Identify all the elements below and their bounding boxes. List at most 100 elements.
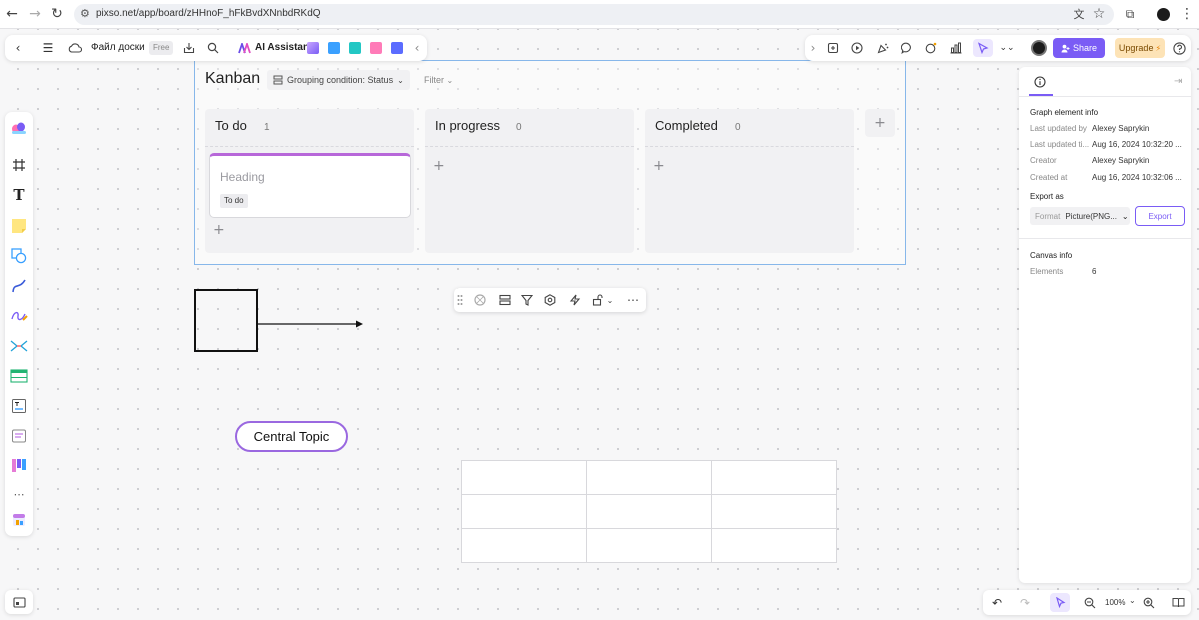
- comment-icon[interactable]: [899, 40, 915, 56]
- zoom-out-icon[interactable]: [1081, 594, 1099, 611]
- lock-icon[interactable]: [591, 293, 605, 307]
- add-card-icon[interactable]: +: [213, 222, 225, 238]
- layout-icon[interactable]: [498, 293, 512, 307]
- browser-menu-icon[interactable]: ⋮: [1178, 5, 1196, 23]
- plugin-share-icon[interactable]: [349, 42, 361, 54]
- add-card-icon[interactable]: +: [653, 158, 665, 174]
- table-row: [461, 528, 837, 563]
- plugin-grid-icon[interactable]: [370, 42, 382, 54]
- zoom-level[interactable]: 100%: [1105, 598, 1125, 607]
- table-cell[interactable]: [711, 528, 837, 563]
- forward-icon[interactable]: →: [26, 5, 44, 23]
- table-cell[interactable]: [586, 528, 712, 563]
- double-chevron-down-icon[interactable]: ⌄⌄: [999, 40, 1014, 56]
- profile-avatar[interactable]: [1154, 5, 1172, 23]
- site-settings-icon[interactable]: ⚙: [80, 7, 90, 20]
- apps-icon[interactable]: [9, 510, 29, 530]
- chevron-down-icon[interactable]: ⌄: [606, 293, 614, 307]
- minimap-toggle[interactable]: [5, 590, 33, 614]
- zoom-in-icon[interactable]: [1140, 594, 1158, 611]
- present-play-icon[interactable]: [849, 40, 865, 56]
- table-cell[interactable]: [586, 494, 712, 529]
- export-button[interactable]: Export: [1135, 206, 1185, 226]
- mindmap-central-topic[interactable]: Central Topic: [235, 421, 348, 452]
- card-icon[interactable]: [9, 426, 29, 446]
- connector-arrow[interactable]: [256, 316, 366, 332]
- automation-icon[interactable]: [568, 293, 582, 307]
- cloud-icon[interactable]: [67, 40, 83, 56]
- table-cell[interactable]: [711, 460, 837, 495]
- reload-icon[interactable]: ↻: [48, 5, 66, 23]
- bookmark-star-icon[interactable]: ☆: [1090, 5, 1108, 23]
- filter-icon[interactable]: [520, 293, 534, 307]
- book-icon[interactable]: [1169, 594, 1187, 611]
- field-key: Last updated ti...: [1030, 140, 1090, 149]
- grouping-condition-dropdown[interactable]: Grouping condition: Status ⌄: [267, 70, 410, 90]
- column-title: In progress: [435, 118, 501, 133]
- ai-assistant-label[interactable]: AI Assistant: [255, 42, 312, 53]
- table-cell[interactable]: [711, 494, 837, 529]
- rectangle-shape[interactable]: [194, 289, 258, 352]
- upgrade-button[interactable]: Upgrade ⚡: [1115, 38, 1165, 58]
- add-column-button[interactable]: +: [865, 109, 895, 137]
- chevron-down-icon[interactable]: ⌄: [1129, 596, 1136, 605]
- collapse-panel-icon[interactable]: ⇥: [1174, 76, 1182, 87]
- share-button[interactable]: Share: [1053, 38, 1105, 58]
- user-avatar[interactable]: [1031, 40, 1047, 56]
- kanban-column-completed[interactable]: Completed 0 +: [645, 109, 854, 253]
- main-menu-icon[interactable]: ☰: [41, 40, 55, 56]
- filter-dropdown[interactable]: Filter ⌄: [424, 75, 453, 85]
- card-status-tag[interactable]: To do: [220, 194, 248, 208]
- mindmap-icon[interactable]: [9, 336, 29, 356]
- connector-line-icon[interactable]: [9, 276, 29, 296]
- table-cell[interactable]: [461, 494, 587, 529]
- more-options-icon[interactable]: ⋯: [626, 293, 640, 307]
- text-tool-icon[interactable]: T: [9, 185, 29, 205]
- kanban-icon[interactable]: [9, 456, 29, 476]
- palette-icon[interactable]: [9, 118, 29, 138]
- table-cell[interactable]: [461, 528, 587, 563]
- search-icon[interactable]: [205, 40, 221, 56]
- redo-icon[interactable]: ↷: [1016, 594, 1034, 611]
- undo-icon[interactable]: ↶: [988, 594, 1006, 611]
- back-icon[interactable]: ←: [3, 5, 21, 23]
- celebrate-icon[interactable]: [875, 40, 891, 56]
- import-icon[interactable]: [181, 40, 197, 56]
- select-tool-icon[interactable]: [1050, 593, 1070, 612]
- table-element[interactable]: [461, 460, 837, 563]
- info-icon[interactable]: [1034, 76, 1046, 91]
- chart-icon[interactable]: [948, 40, 964, 56]
- kanban-column-in-progress[interactable]: In progress 0 +: [425, 109, 634, 253]
- pen-draw-icon[interactable]: [9, 306, 29, 326]
- file-name[interactable]: Файл доски: [91, 42, 145, 53]
- help-icon[interactable]: [1171, 40, 1187, 56]
- settings-icon[interactable]: [543, 293, 557, 307]
- plugin-p-icon[interactable]: [328, 42, 340, 54]
- translate-icon[interactable]: 文: [1070, 5, 1088, 23]
- collapse-chevron-icon[interactable]: ‹: [411, 40, 423, 56]
- cursor-visibility-icon[interactable]: [973, 39, 993, 57]
- add-card-icon[interactable]: +: [433, 158, 445, 174]
- shapes-icon[interactable]: [9, 246, 29, 266]
- sticky-note-icon[interactable]: [9, 216, 29, 236]
- more-tools-icon[interactable]: ⋯: [9, 484, 29, 504]
- back-arrow-icon[interactable]: ‹: [11, 40, 25, 56]
- plugin-image-icon[interactable]: [307, 42, 319, 54]
- ai-assistant-icon[interactable]: [237, 40, 251, 56]
- table-cell[interactable]: [461, 460, 587, 495]
- card-heading[interactable]: Heading: [220, 170, 265, 184]
- address-bar[interactable]: ⚙ pixso.net/app/board/zHHnoF_hFkBvdXNnbd…: [74, 4, 1114, 25]
- plugin-chat-icon[interactable]: [391, 42, 403, 54]
- expand-chevron-icon[interactable]: ›: [807, 40, 819, 56]
- frame-icon[interactable]: [9, 155, 29, 175]
- table-cell[interactable]: [586, 460, 712, 495]
- reaction-icon[interactable]: [923, 40, 939, 56]
- kanban-card[interactable]: Heading To do: [209, 153, 411, 218]
- export-format-select[interactable]: Format Picture(PNG... ⌄: [1030, 207, 1130, 225]
- table-tool-icon[interactable]: [9, 366, 29, 386]
- extensions-icon[interactable]: ⧉: [1121, 5, 1139, 23]
- template-icon[interactable]: [825, 40, 841, 56]
- drag-handle-icon[interactable]: [456, 293, 464, 307]
- text-box-icon[interactable]: [9, 396, 29, 416]
- style-icon[interactable]: [473, 293, 487, 307]
